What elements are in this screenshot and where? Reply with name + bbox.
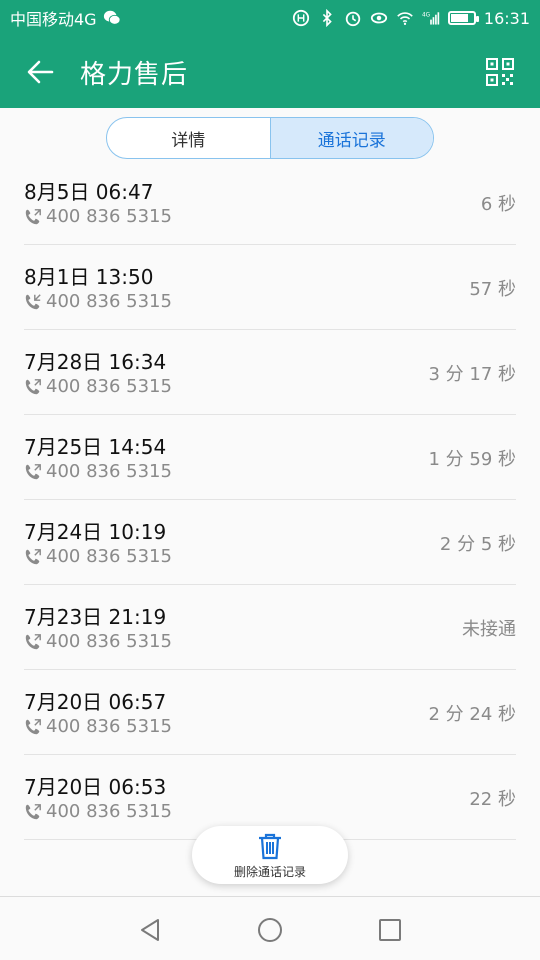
call-number-wrap: 400 836 5315: [24, 716, 172, 737]
call-date: 7月28日 16:34: [24, 350, 167, 374]
nav-recents-icon[interactable]: [375, 915, 405, 945]
incoming-call-icon: [25, 293, 41, 309]
status-right: 4G 16:31: [292, 9, 530, 28]
battery-icon: [447, 11, 479, 25]
call-number-wrap: 400 836 5315: [24, 376, 172, 397]
eye-icon: [370, 12, 387, 24]
outgoing-call-icon: [25, 548, 41, 564]
nav-home-icon[interactable]: [255, 915, 285, 945]
clock: 16:31: [483, 8, 530, 28]
trash-icon: [259, 833, 281, 859]
call-row[interactable]: 7月24日 10:19 400 836 5315 2 分 5 秒: [24, 500, 516, 585]
call-row[interactable]: 7月23日 21:19 400 836 5315 未接通: [24, 585, 516, 670]
delete-call-log-label: 删除通话记录: [233, 864, 306, 879]
page-title: 格力售后: [80, 59, 189, 90]
call-number-wrap: 400 836 5315: [24, 631, 172, 652]
call-number: 400 836 5315: [46, 376, 172, 397]
call-number: 400 836 5315: [46, 801, 172, 822]
call-row[interactable]: 8月1日 13:50 400 836 5315 57 秒: [24, 245, 516, 330]
signal-icon: 4G: [422, 12, 440, 25]
carrier-label: 中国移动4G: [10, 10, 97, 29]
call-number: 400 836 5315: [46, 546, 172, 567]
svg-text:4G: 4G: [422, 12, 430, 18]
call-number-wrap: 400 836 5315: [24, 291, 172, 312]
hd-call-icon: [292, 9, 309, 27]
outgoing-call-icon: [25, 378, 41, 394]
call-duration: 22 秒: [469, 789, 516, 810]
call-row[interactable]: 8月5日 06:47 400 836 5315 6 秒: [24, 160, 516, 245]
status-left: 中国移动4G: [10, 6, 121, 30]
wifi-icon: [397, 12, 413, 26]
outgoing-call-icon: [25, 633, 41, 649]
call-number-wrap: 400 836 5315: [24, 801, 172, 822]
outgoing-call-icon: [25, 463, 41, 479]
call-duration: 未接通: [462, 619, 516, 640]
segmented-tabs: 详情 通话记录: [106, 117, 434, 159]
call-duration: 2 分 5 秒: [439, 534, 516, 555]
call-row[interactable]: 7月20日 06:57 400 836 5315 2 分 24 秒: [24, 670, 516, 755]
outgoing-call-icon: [25, 803, 41, 819]
call-number-wrap: 400 836 5315: [24, 461, 172, 482]
call-row[interactable]: 7月25日 14:54 400 836 5315 1 分 59 秒: [24, 415, 516, 500]
call-number: 400 836 5315: [46, 206, 172, 227]
tab-call-log[interactable]: 通话记录: [269, 118, 433, 158]
call-number-wrap: 400 836 5315: [24, 206, 172, 227]
alarm-icon: [345, 11, 361, 27]
call-log-list: 8月5日 06:47 400 836 5315 6 秒 8月1日 13:50 4…: [24, 160, 516, 840]
call-date: 8月5日 06:47: [24, 180, 154, 204]
call-duration: 3 分 17 秒: [428, 364, 516, 385]
call-duration: 57 秒: [469, 279, 516, 300]
bluetooth-icon: [322, 9, 332, 27]
qr-code-icon: [486, 58, 514, 86]
delete-call-log-button[interactable]: 删除通话记录: [192, 826, 348, 884]
call-number: 400 836 5315: [46, 291, 172, 312]
app-bar: 格力售后: [0, 36, 540, 108]
call-row[interactable]: 7月28日 16:34 400 836 5315 3 分 17 秒: [24, 330, 516, 415]
qr-code-button[interactable]: [460, 36, 540, 108]
call-date: 7月25日 14:54: [24, 435, 167, 459]
nav-back-icon[interactable]: [136, 915, 166, 945]
call-duration: 2 分 24 秒: [428, 704, 516, 725]
call-date: 7月24日 10:19: [24, 520, 167, 544]
call-number-wrap: 400 836 5315: [24, 546, 172, 567]
call-number: 400 836 5315: [46, 716, 172, 737]
call-date: 7月20日 06:53: [24, 775, 167, 799]
call-date: 7月20日 06:57: [24, 690, 167, 714]
outgoing-call-icon: [25, 208, 41, 224]
status-bar: 中国移动4G 4G 16:31: [0, 0, 540, 36]
outgoing-call-icon: [25, 718, 41, 734]
call-number: 400 836 5315: [46, 631, 172, 652]
arrow-left-icon: [27, 60, 54, 84]
tab-details[interactable]: 详情: [107, 118, 270, 158]
system-nav-bar: [0, 896, 540, 960]
call-date: 7月23日 21:19: [24, 605, 167, 629]
back-button[interactable]: [0, 36, 80, 108]
call-number: 400 836 5315: [46, 461, 172, 482]
wechat-icon: [103, 10, 121, 25]
call-duration: 6 秒: [480, 194, 516, 215]
call-duration: 1 分 59 秒: [428, 449, 516, 470]
call-date: 8月1日 13:50: [24, 265, 154, 289]
